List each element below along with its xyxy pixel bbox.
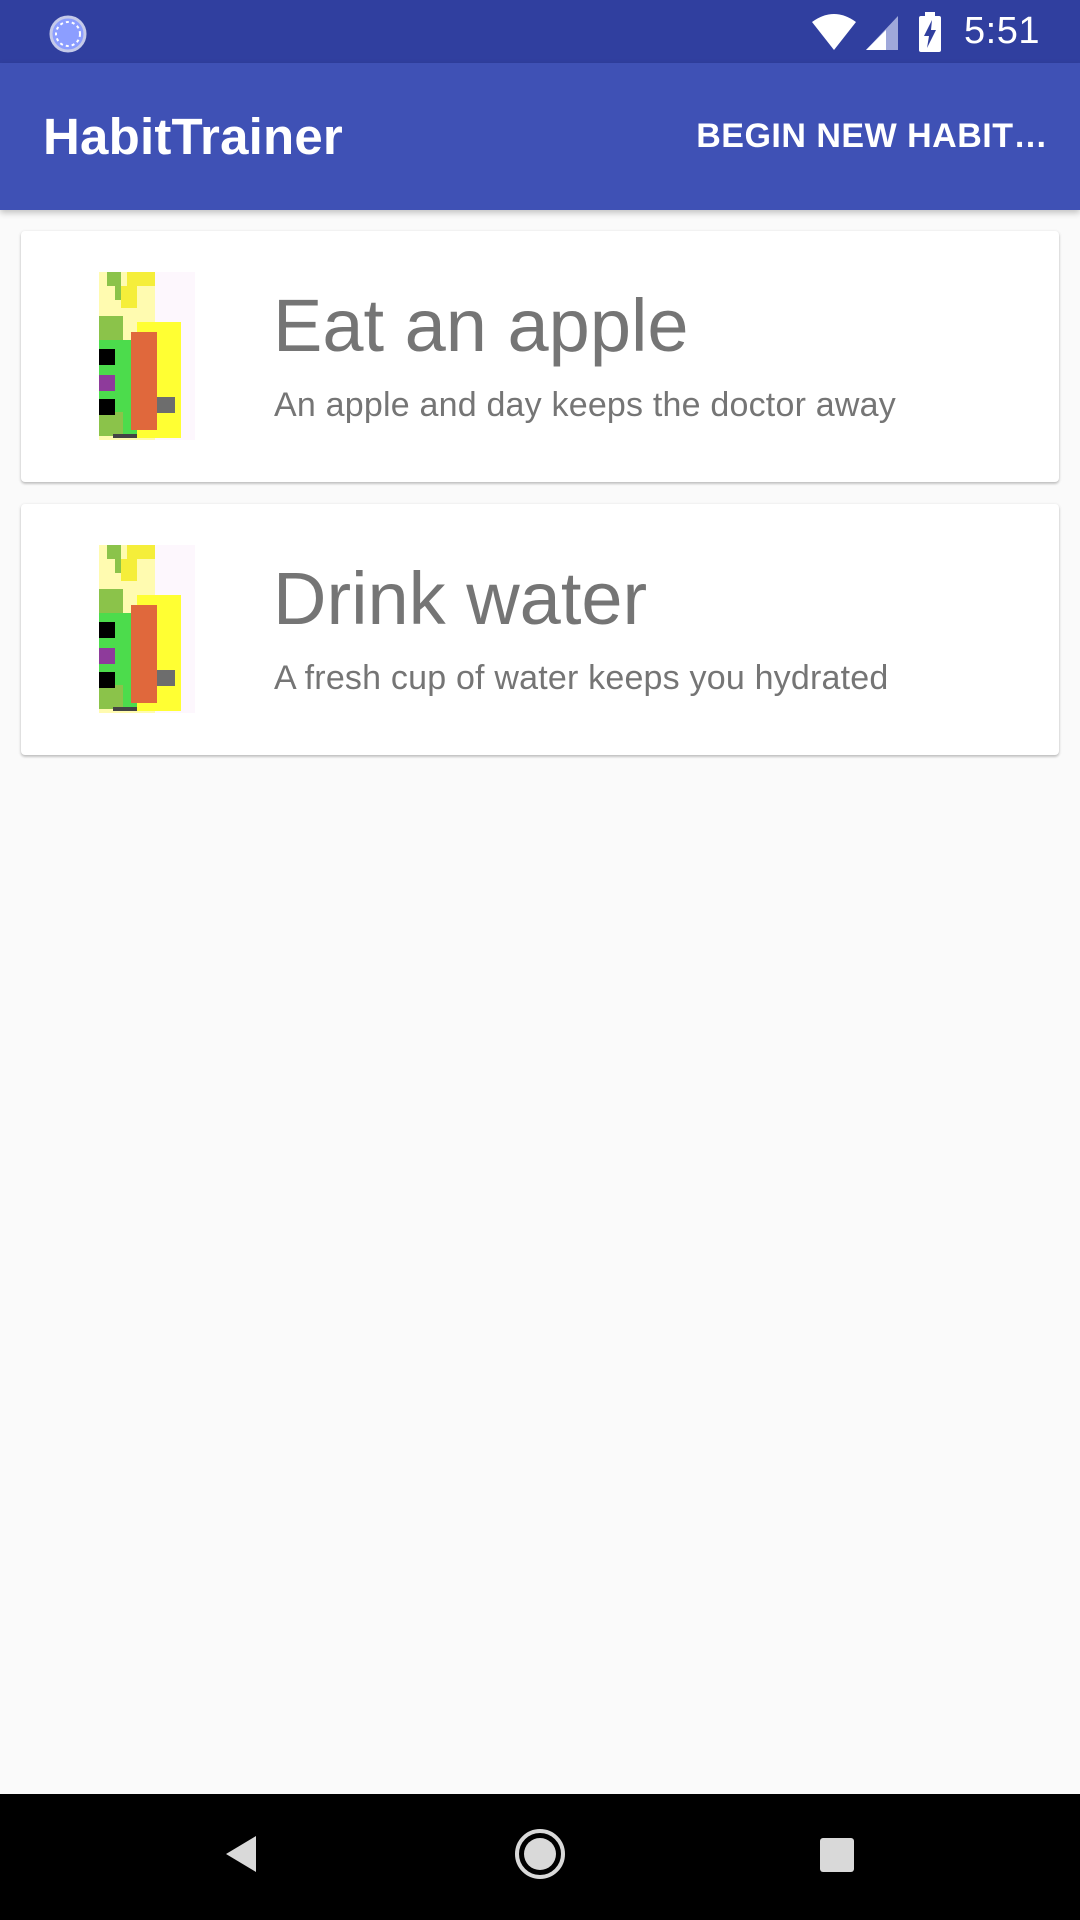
battery-charging-icon [919,11,942,52]
recents-icon[interactable] [812,1824,864,1884]
habit-thumbnail [99,272,195,440]
habit-list: Eat an apple An apple and day keeps the … [21,231,1059,777]
habit-title: Drink water [273,557,648,640]
cell-signal-icon [866,15,899,50]
habit-description: An apple and day keeps the doctor away [274,386,896,424]
app-title: HabitTrainer [43,108,343,165]
wifi-icon [812,13,857,50]
navigation-bar [0,1794,1080,1920]
back-icon[interactable] [220,1824,260,1884]
habit-card[interactable]: Eat an apple An apple and day keeps the … [21,231,1059,482]
status-bar: 5:51 [0,0,1080,63]
habit-card[interactable]: Drink water A fresh cup of water keeps y… [21,504,1059,755]
app-bar: HabitTrainer BEGIN NEW HABIT… [0,63,1080,210]
habit-thumbnail [99,545,195,713]
begin-new-habit-button[interactable]: BEGIN NEW HABIT… [696,63,1048,210]
status-icons: 5:51 [810,0,1040,63]
habit-title: Eat an apple [273,284,689,367]
home-icon[interactable] [510,1824,570,1884]
loading-icon [49,15,87,53]
status-time: 5:51 [964,10,1040,52]
habit-description: A fresh cup of water keeps you hydrated [274,659,889,697]
